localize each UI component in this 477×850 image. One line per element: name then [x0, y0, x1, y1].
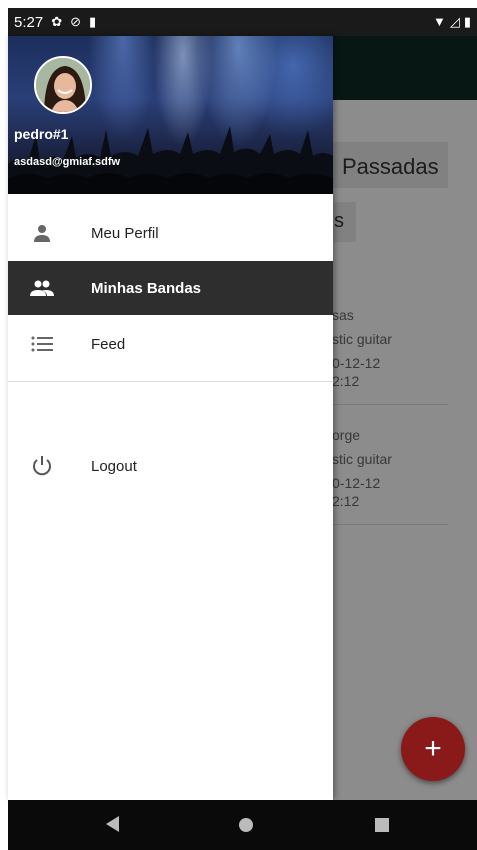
recent-apps-icon[interactable]	[375, 818, 389, 832]
menu-item-label: Minhas Bandas	[91, 279, 202, 297]
drawer-divider	[8, 381, 333, 382]
home-icon[interactable]	[239, 818, 253, 832]
person-icon	[30, 221, 54, 245]
drawer-header: pedro#1 asdasd@gmiaf.sdfw	[8, 36, 333, 194]
menu-item-meu-perfil[interactable]: Meu Perfil	[8, 206, 333, 260]
list-icon	[30, 332, 54, 356]
back-icon[interactable]	[106, 816, 119, 832]
menu-item-feed[interactable]: Feed	[8, 317, 333, 371]
status-bar: 5:27 ✿ ⊘ ▮ ▼ ◿ ▮	[8, 8, 477, 36]
menu-item-minhas-bandas[interactable]: Minhas Bandas	[8, 261, 333, 315]
menu-item-label: Logout	[91, 457, 137, 475]
navigation-drawer: pedro#1 asdasd@gmiaf.sdfw Meu Perfil Min…	[8, 36, 333, 800]
sync-icon: ⊘	[70, 14, 82, 29]
menu-item-label: Meu Perfil	[91, 224, 159, 242]
sd-card-icon: ▮	[89, 14, 97, 29]
user-email: asdasd@gmiaf.sdfw	[14, 156, 121, 168]
status-time: 5:27	[14, 13, 44, 31]
menu-item-label: Feed	[91, 335, 126, 353]
power-icon	[30, 454, 54, 478]
signal-icon: ◿	[449, 14, 460, 29]
battery-icon: ▮	[463, 14, 471, 29]
add-button[interactable]: +	[401, 717, 465, 781]
settings-icon: ✿	[51, 14, 63, 29]
wifi-icon: ▼	[432, 14, 446, 29]
user-name: pedro#1	[14, 126, 69, 142]
menu-item-logout[interactable]: Logout	[8, 439, 333, 493]
group-icon	[30, 276, 54, 300]
system-nav-bar	[8, 800, 477, 850]
avatar[interactable]	[34, 56, 92, 114]
